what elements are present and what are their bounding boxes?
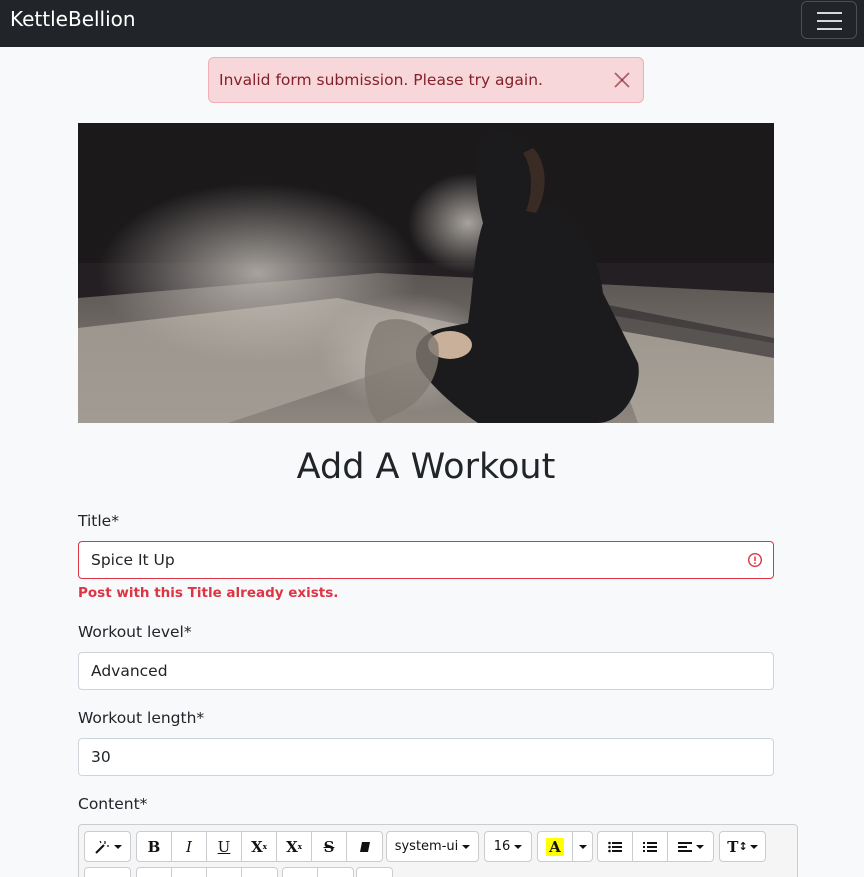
unordered-list-button[interactable] — [598, 832, 633, 861]
link-button[interactable] — [137, 868, 172, 877]
codeview-button[interactable] — [318, 868, 353, 877]
highlight-button[interactable]: A — [538, 832, 573, 861]
font-size-dropdown[interactable]: 16 — [485, 832, 531, 861]
navbar: KettleBellion — [0, 0, 864, 47]
title-label: Title* — [78, 512, 119, 530]
alert-message: Invalid form submission. Please try agai… — [219, 71, 543, 89]
align-icon — [677, 841, 692, 852]
hero-image — [78, 123, 774, 423]
hero-photo — [78, 123, 774, 423]
chevron-down-icon — [514, 844, 523, 849]
superscript-button[interactable]: Xx — [242, 832, 277, 861]
content-label: Content* — [78, 795, 148, 813]
ordered-list-icon — [643, 841, 657, 852]
superscript-label: X — [251, 837, 263, 856]
hamburger-icon-line — [817, 28, 842, 30]
bold-button[interactable]: B — [137, 832, 172, 861]
color-dropdown-button[interactable] — [573, 832, 592, 861]
help-button[interactable] — [357, 868, 392, 877]
title-error-message: Post with this Title already exists. — [78, 585, 339, 601]
font-family-dropdown[interactable]: system-ui — [387, 832, 478, 861]
workout-level-label: Workout level* — [78, 623, 192, 641]
line-height-dropdown[interactable]: T ↕ — [720, 832, 765, 861]
fullscreen-button[interactable] — [283, 868, 318, 877]
insert-group — [136, 867, 278, 877]
line-height-arrows-icon: ↕ — [738, 840, 748, 853]
table-group — [84, 867, 131, 877]
format-group: B I U Xx Xx S — [136, 831, 383, 862]
video-button[interactable] — [207, 868, 242, 877]
line-height-group: T ↕ — [719, 831, 766, 862]
chevron-down-icon — [113, 844, 122, 849]
clear-format-button[interactable] — [347, 832, 382, 861]
paragraph-align-dropdown[interactable] — [668, 832, 713, 861]
subscript-label: X — [286, 837, 298, 856]
table-dropdown-button[interactable] — [85, 868, 130, 877]
brand-link[interactable]: KettleBellion — [10, 7, 136, 31]
chevron-down-icon — [695, 844, 704, 849]
line-height-icon: T — [727, 837, 739, 856]
style-group — [84, 831, 131, 862]
rich-text-editor-toolbar: B I U Xx Xx S system-ui 16 A T ↕ — [78, 824, 798, 877]
menu-toggle-button[interactable] — [801, 1, 857, 39]
font-size-group: 16 — [484, 831, 532, 862]
style-dropdown-button[interactable] — [85, 832, 130, 861]
chevron-down-icon — [462, 844, 471, 849]
workout-level-input[interactable]: Advanced — [78, 652, 774, 690]
picture-button[interactable] — [172, 868, 207, 877]
eraser-icon — [359, 841, 370, 852]
title-input[interactable]: Spice It Up — [78, 541, 774, 579]
error-icon — [747, 552, 763, 568]
strikethrough-button[interactable]: S — [312, 832, 347, 861]
hamburger-icon-line — [817, 20, 842, 22]
ordered-list-button[interactable] — [633, 832, 668, 861]
hamburger-icon-line — [817, 12, 842, 14]
font-size-value: 16 — [493, 839, 511, 854]
underline-button[interactable]: U — [207, 832, 242, 861]
help-group — [356, 867, 393, 877]
font-family-group: system-ui — [386, 831, 479, 862]
unordered-list-icon — [608, 841, 622, 852]
view-group — [282, 867, 354, 877]
list-group — [597, 831, 714, 862]
italic-button[interactable]: I — [172, 832, 207, 861]
highlight-icon: A — [546, 837, 564, 856]
workout-length-label: Workout length* — [78, 709, 205, 727]
subscript-button[interactable]: Xx — [277, 832, 312, 861]
workout-length-input[interactable]: 30 — [78, 738, 774, 776]
chevron-down-icon — [749, 844, 758, 849]
chevron-down-icon — [578, 844, 587, 849]
magic-icon — [94, 840, 109, 854]
color-group: A — [537, 831, 593, 862]
font-family-value: system-ui — [394, 839, 459, 854]
close-icon[interactable] — [613, 71, 631, 89]
error-alert: Invalid form submission. Please try agai… — [208, 57, 644, 103]
hr-button[interactable] — [242, 868, 277, 877]
page-title: Add A Workout — [296, 447, 556, 487]
